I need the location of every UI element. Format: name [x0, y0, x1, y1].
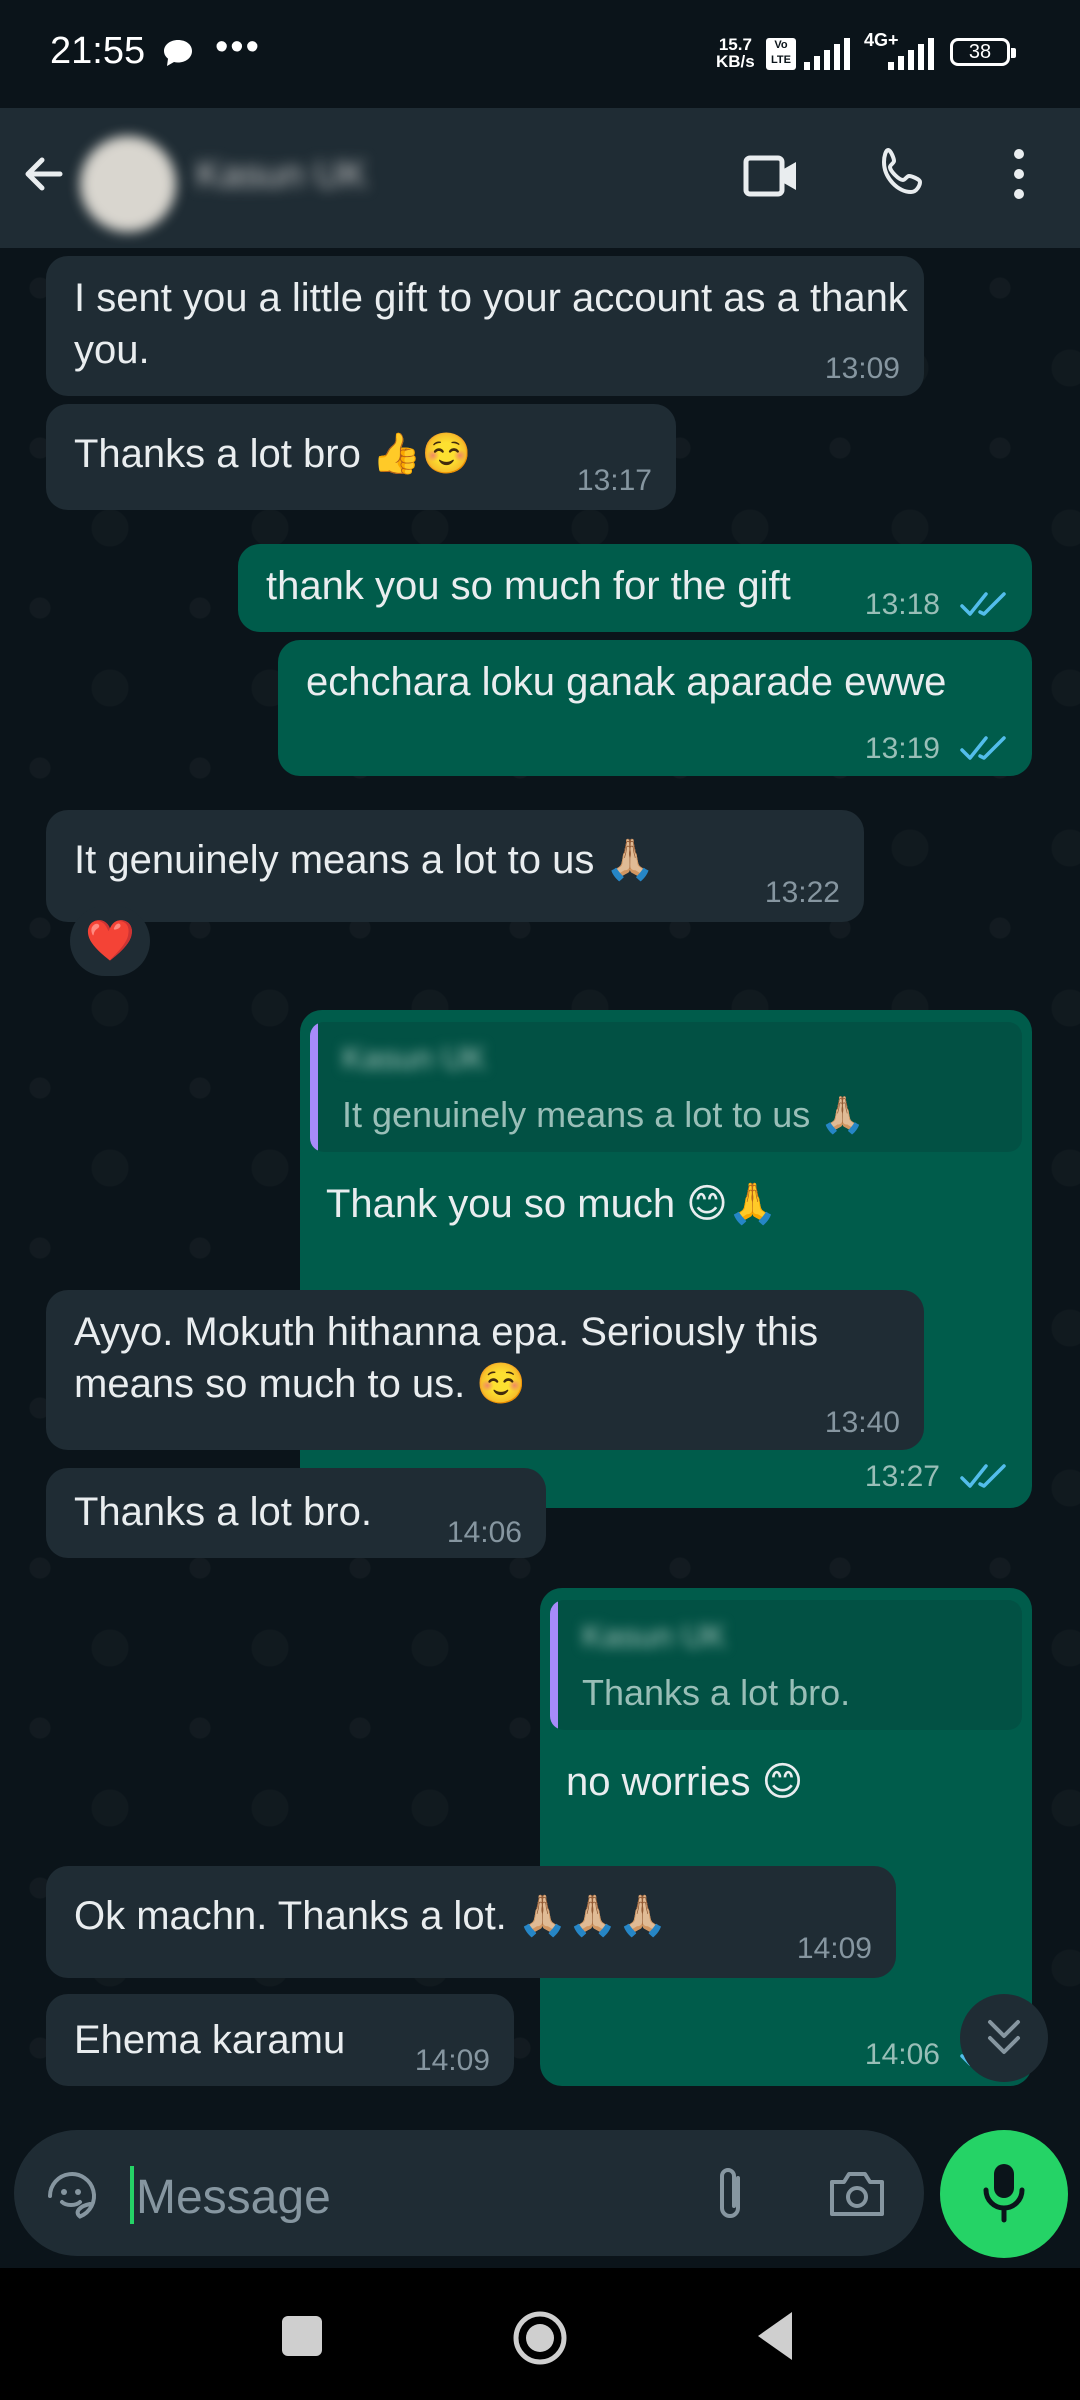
- message-text: Thanks a lot bro.: [74, 1490, 372, 1534]
- sticker-emoji-icon[interactable]: [44, 2168, 100, 2224]
- message-incoming[interactable]: Ok machn. Thanks a lot. 🙏🏼🙏🏼🙏🏼 14:09: [46, 1866, 896, 1978]
- more-notifications-icon: •••: [215, 26, 261, 68]
- message-incoming[interactable]: Thanks a lot bro 👍☺️ 13:17: [46, 404, 676, 510]
- message-text: Thanks a lot bro 👍☺️: [74, 432, 472, 476]
- network-speed: 15.7 KB/s: [716, 35, 755, 71]
- message-text: It genuinely means a lot to us 🙏🏼: [74, 838, 656, 882]
- message-incoming[interactable]: Ayyo. Mokuth hithanna epa. Seriously thi…: [46, 1290, 924, 1450]
- attach-icon[interactable]: [708, 2164, 752, 2226]
- system-back-button[interactable]: [750, 2308, 800, 2364]
- message-outgoing-reply[interactable]: Kasun UK Thanks a lot bro. no worries 😊 …: [540, 1588, 1032, 2086]
- message-time: 13:19: [864, 732, 940, 765]
- status-time: 21:55: [50, 30, 146, 72]
- message-outgoing[interactable]: echchara loku ganak aparade ewwe 13:19: [278, 640, 1032, 776]
- message-input[interactable]: Message: [14, 2130, 924, 2256]
- chat-header: Kasun UK: [0, 108, 1080, 248]
- message-time: 14:09: [796, 1932, 872, 1965]
- message-placeholder: Message: [136, 2171, 331, 2224]
- back-arrow-icon[interactable]: [14, 144, 74, 204]
- camera-icon[interactable]: [828, 2168, 886, 2218]
- message-time: 13:09: [824, 352, 900, 385]
- battery-icon: 38: [950, 38, 1016, 66]
- signal-strength-icon: [804, 38, 850, 70]
- contact-name[interactable]: Kasun UK: [196, 154, 367, 197]
- message-time: 13:17: [576, 464, 652, 497]
- message-time: 14:06: [446, 1516, 522, 1549]
- message-outgoing[interactable]: thank you so much for the gift 13:18: [238, 544, 1032, 632]
- message-text: Ehema karamu: [74, 2018, 346, 2062]
- quoted-sender-name: Kasun UK: [342, 1040, 487, 1076]
- read-receipt-icon: [960, 592, 1006, 616]
- message-time: 14:06: [864, 2038, 940, 2071]
- recent-apps-button[interactable]: [282, 2316, 322, 2356]
- message-incoming[interactable]: Ehema karamu 14:09: [46, 1994, 514, 2086]
- message-text: Thank you so much 😊🙏: [326, 1182, 778, 1226]
- more-options-icon[interactable]: [1004, 144, 1034, 204]
- message-time: 13:18: [864, 588, 940, 621]
- contact-avatar[interactable]: [80, 136, 176, 232]
- video-call-icon[interactable]: [742, 146, 802, 206]
- message-text: Ok machn. Thanks a lot. 🙏🏼🙏🏼🙏🏼: [74, 1894, 668, 1938]
- quote-accent-bar: [550, 1600, 558, 1730]
- message-text: thank you so much for the gift: [266, 564, 791, 608]
- message-list[interactable]: I sent you a little gift to your account…: [0, 248, 1080, 2108]
- read-receipt-icon: [960, 736, 1006, 760]
- voice-message-button[interactable]: [940, 2130, 1068, 2258]
- message-time: 13:22: [764, 876, 840, 909]
- quoted-sender-name: Kasun UK: [582, 1618, 727, 1654]
- signal-strength-2-icon: [888, 38, 934, 70]
- message-text: I sent you a little gift to your account…: [74, 276, 908, 372]
- mic-icon: [983, 2164, 1025, 2223]
- chat-notification-icon: [164, 40, 192, 66]
- quote-accent-bar: [310, 1022, 318, 1152]
- read-receipt-icon: [960, 1464, 1006, 1488]
- message-incoming[interactable]: I sent you a little gift to your account…: [46, 256, 924, 396]
- message-time: 13:27: [864, 1460, 940, 1493]
- composer-bar: Message: [0, 2108, 1080, 2268]
- scroll-to-bottom-button[interactable]: [960, 1994, 1048, 2082]
- message-text: Ayyo. Mokuth hithanna epa. Seriously thi…: [74, 1310, 819, 1406]
- message-time: 14:09: [414, 2044, 490, 2077]
- message-reaction[interactable]: ❤️: [70, 906, 150, 976]
- quoted-message[interactable]: Kasun UK It genuinely means a lot to us …: [310, 1022, 1022, 1152]
- message-time: 13:40: [824, 1406, 900, 1439]
- message-text: echchara loku ganak aparade ewwe: [306, 660, 947, 704]
- system-navigation-bar: [0, 2268, 1080, 2400]
- double-chevron-down-icon: [988, 2020, 1020, 2054]
- home-button[interactable]: [510, 2308, 570, 2368]
- message-incoming[interactable]: Thanks a lot bro. 14:06: [46, 1468, 546, 1558]
- quoted-text: Thanks a lot bro.: [582, 1672, 851, 1713]
- quoted-message[interactable]: Kasun UK Thanks a lot bro.: [550, 1600, 1022, 1730]
- volte-badge: Vo LTE: [766, 38, 796, 70]
- message-text: no worries 😊: [566, 1760, 804, 1804]
- quoted-text: It genuinely means a lot to us 🙏🏼: [342, 1094, 866, 1135]
- status-bar: 21:55 ••• 15.7 KB/s Vo LTE 4G+ 38: [0, 0, 1080, 108]
- voice-call-icon[interactable]: [874, 144, 934, 204]
- text-cursor: [130, 2166, 134, 2224]
- message-incoming[interactable]: It genuinely means a lot to us 🙏🏼 13:22: [46, 810, 864, 922]
